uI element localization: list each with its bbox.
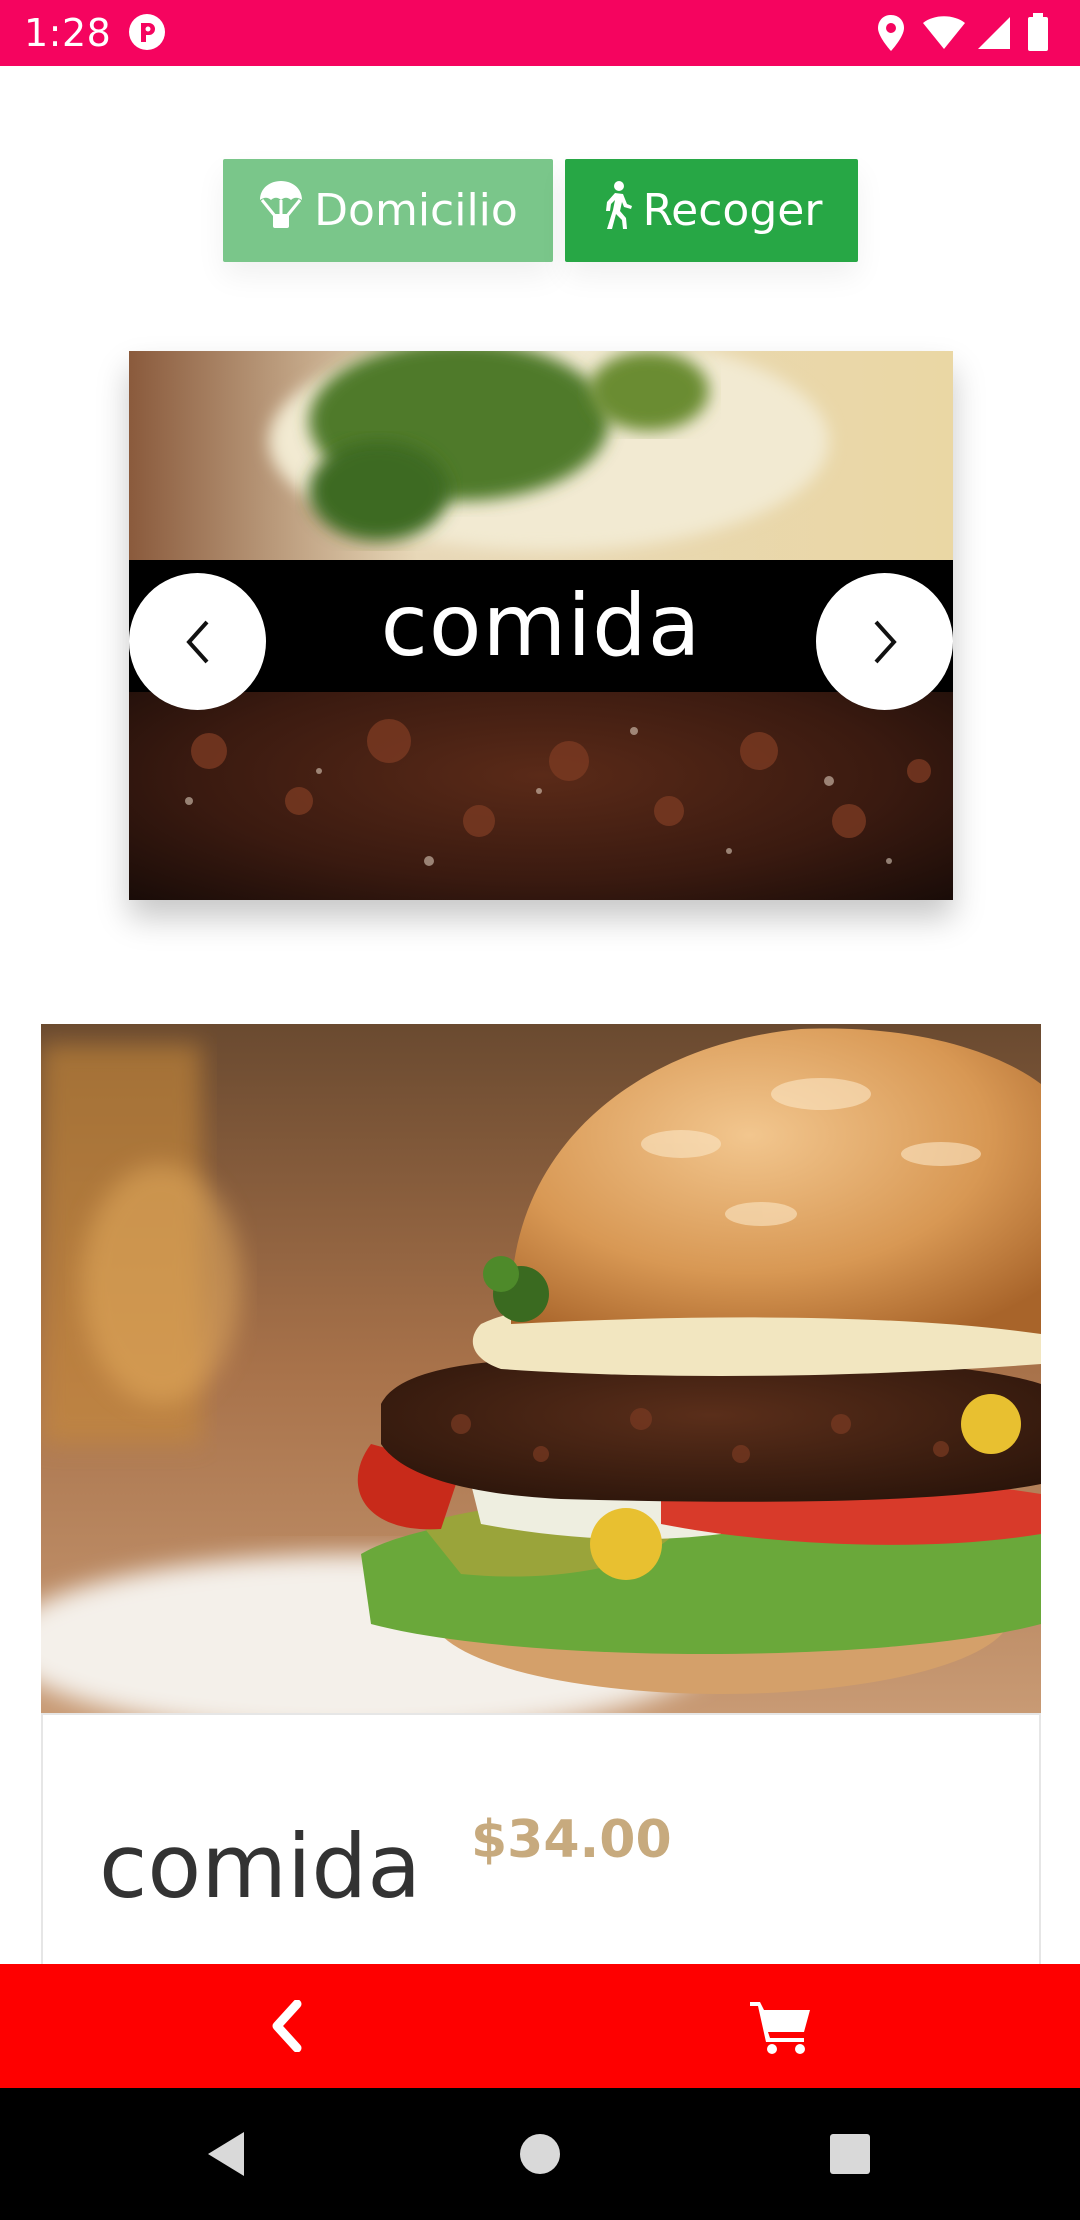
- bottom-action-bar: [0, 1964, 1080, 2088]
- chevron-right-icon: [874, 620, 897, 663]
- carousel-next-button[interactable]: [816, 573, 953, 710]
- carousel-prev-button[interactable]: [129, 573, 266, 710]
- domicilio-button[interactable]: Domicilio: [223, 159, 553, 262]
- back-button[interactable]: [236, 1986, 336, 2066]
- category-title: comida: [380, 576, 702, 676]
- location-icon: [878, 15, 904, 51]
- product-name: comida: [99, 1815, 422, 1918]
- product-price: $34.00: [471, 1810, 672, 1870]
- system-home-button[interactable]: [510, 2124, 570, 2184]
- system-navigation-bar: [0, 2088, 1080, 2220]
- system-recents-button[interactable]: [820, 2124, 880, 2184]
- parachute-icon: [258, 180, 304, 241]
- circle-home-icon: [520, 2134, 560, 2174]
- battery-icon: [1028, 13, 1048, 51]
- system-back-button[interactable]: [196, 2124, 256, 2184]
- recoger-label: Recoger: [642, 185, 823, 236]
- category-carousel[interactable]: comida: [129, 351, 953, 900]
- app-screen: 1:28 Domicilio Recoger comida comida $34…: [0, 0, 1080, 2220]
- cellular-signal-icon: [978, 17, 1010, 49]
- status-time: 1:28: [24, 11, 112, 55]
- cart-button[interactable]: [730, 1986, 830, 2066]
- square-recents-icon: [830, 2134, 870, 2174]
- recoger-button[interactable]: Recoger: [565, 159, 858, 262]
- shopping-cart-icon: [750, 2002, 810, 2054]
- product-card[interactable]: comida $34.00: [41, 1024, 1041, 2024]
- chevron-left-icon: [272, 2000, 302, 2052]
- walking-person-icon: [601, 180, 633, 241]
- wifi-icon: [923, 16, 965, 49]
- product-photo: [41, 1024, 1041, 1713]
- domicilio-label: Domicilio: [314, 185, 518, 236]
- status-bar: 1:28: [0, 0, 1080, 66]
- triangle-back-icon: [208, 2132, 244, 2176]
- app-notification-icon: [128, 13, 166, 51]
- status-icons: [876, 13, 1066, 53]
- chevron-left-icon: [185, 620, 208, 663]
